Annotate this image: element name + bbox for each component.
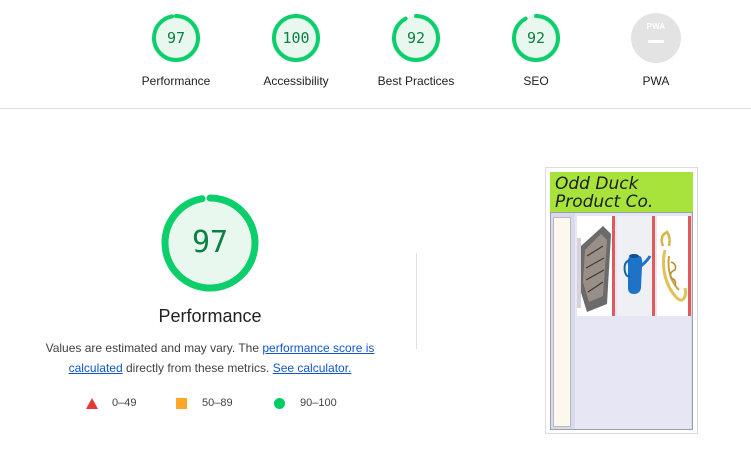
gauge-score: 92: [406, 29, 426, 47]
gauge-label: Accessibility: [263, 74, 329, 88]
legend-range-pass: 90–100: [300, 397, 337, 409]
gauge-ring: 92: [511, 13, 561, 63]
gauge-label: PWA: [642, 74, 670, 88]
performance-main-score: 97: [191, 225, 229, 260]
gauge-performance[interactable]: 97 Performance: [126, 13, 226, 88]
performance-title: Performance: [158, 306, 262, 326]
pwa-badge-text: PWA: [646, 22, 666, 31]
see-calculator-link[interactable]: See calculator.: [273, 361, 352, 375]
gauge-accessibility[interactable]: 100 Accessibility: [246, 13, 346, 88]
final-screenshot-thumbnail[interactable]: Odd Duck Product Co.: [545, 167, 698, 434]
gauge-seo[interactable]: 92 SEO: [486, 13, 586, 88]
performance-description: Values are estimated and may vary. The p…: [40, 338, 380, 378]
thumbnail-content-area: [575, 213, 691, 429]
gauge-score: 92: [526, 29, 546, 47]
category-gauges-row: 97 Performance 100 Accessibility 92 Best…: [0, 0, 751, 109]
gauge-label: Performance: [141, 74, 211, 88]
gauge-pwa[interactable]: PWA PWA: [606, 13, 706, 88]
product-corkscrew-image: [657, 216, 691, 316]
performance-main-gauge: 97: [160, 193, 260, 293]
gauge-ring: 100: [271, 13, 321, 63]
triangle-icon: [86, 398, 98, 409]
gauge-score: 100: [282, 29, 310, 47]
thumbnail-site-body: [550, 212, 693, 430]
gauge-label: Best Practices: [377, 74, 455, 88]
desc-text: Values are estimated and may vary. The: [45, 341, 263, 355]
section-divider: [416, 253, 417, 349]
product-watering-can-image: [617, 216, 655, 316]
gauge-score: 97: [166, 29, 186, 47]
gauge-ring: 97: [151, 13, 201, 63]
square-icon: [176, 398, 187, 409]
pwa-dash-icon: [648, 40, 664, 43]
legend-range-average: 50–89: [202, 397, 233, 409]
gauge-best-practices[interactable]: 92 Best Practices: [366, 13, 466, 88]
pwa-badge-icon: PWA: [631, 13, 681, 63]
thumbnail-site-title-line2: Product Co.: [555, 192, 654, 212]
legend-range-fail: 0–49: [112, 397, 137, 409]
product-bag-image: [577, 216, 615, 316]
thumbnail-site-header: Odd Duck Product Co.: [550, 172, 693, 212]
gauge-label: SEO: [523, 74, 549, 88]
gauge-ring: 92: [391, 13, 441, 63]
desc-text: directly from these metrics.: [122, 361, 273, 375]
thumbnail-left-column: [553, 217, 571, 427]
score-scale-legend: 0–49 50–89 90–100: [86, 396, 346, 412]
circle-icon: [274, 398, 285, 409]
gauge-ring: PWA: [631, 13, 681, 63]
